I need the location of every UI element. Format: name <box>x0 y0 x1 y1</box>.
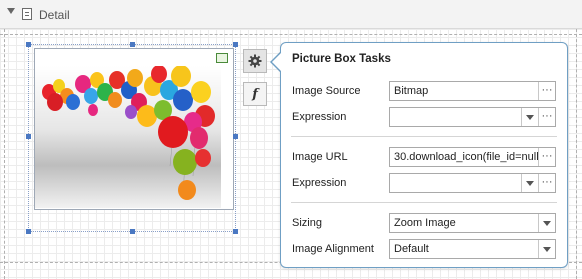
resize-handle-nw[interactable] <box>26 42 31 47</box>
chevron-down-icon <box>526 114 534 120</box>
gear-icon <box>248 54 262 68</box>
expression-dropdown-2[interactable] <box>521 174 538 192</box>
image-url-browse-button[interactable]: ··· <box>538 148 555 166</box>
resize-handle-s[interactable] <box>130 229 135 234</box>
chevron-down-icon <box>526 180 534 186</box>
image-url-value[interactable]: 30.download_icon(file_id=null) <box>390 148 538 166</box>
image-url-label: Image URL <box>292 151 348 163</box>
expression-editor-button-1[interactable]: ··· <box>538 108 555 126</box>
image-type-icon <box>216 53 228 63</box>
band-title: Detail <box>39 8 70 22</box>
expression-field-2[interactable]: ··· <box>389 173 556 193</box>
resize-handle-ne[interactable] <box>233 42 238 47</box>
resize-handle-sw[interactable] <box>26 229 31 234</box>
expression-field-1[interactable]: ··· <box>389 107 556 127</box>
sizing-select[interactable]: Zoom Image <box>389 213 556 233</box>
chevron-down-icon <box>543 220 551 226</box>
collapse-arrow-icon[interactable] <box>7 8 15 14</box>
band-icon <box>22 8 32 20</box>
expression-label-1: Expression <box>292 111 347 123</box>
resize-handle-w[interactable] <box>26 134 31 139</box>
sizing-dropdown[interactable] <box>538 214 555 232</box>
expression-value-2[interactable] <box>390 174 521 192</box>
expression-editor-button-2[interactable]: ··· <box>538 174 555 192</box>
margin-guide-right <box>576 29 577 279</box>
separator <box>291 202 557 203</box>
sizing-value[interactable]: Zoom Image <box>390 214 538 232</box>
sizing-label: Sizing <box>292 217 322 229</box>
resize-handle-n[interactable] <box>130 42 135 47</box>
chevron-down-icon <box>543 246 551 252</box>
image-source-value[interactable]: Bitmap <box>390 82 538 100</box>
picture-box-tasks-panel: Picture Box Tasks Image Source Bitmap ··… <box>280 42 568 268</box>
image-source-browse-button[interactable]: ··· <box>538 82 555 100</box>
image-alignment-label: Image Alignment <box>292 243 374 255</box>
expression-label-2: Expression <box>292 177 347 189</box>
margin-guide-top <box>0 34 582 35</box>
image-url-field[interactable]: 30.download_icon(file_id=null) ··· <box>389 147 556 167</box>
image-alignment-dropdown[interactable] <box>538 240 555 258</box>
balloons-image <box>35 66 221 208</box>
expression-button[interactable]: f <box>243 82 267 106</box>
detail-band-header[interactable]: Detail <box>0 0 582 29</box>
resize-handle-e[interactable] <box>233 134 238 139</box>
resize-handle-se[interactable] <box>233 229 238 234</box>
separator <box>291 136 557 137</box>
image-alignment-value[interactable]: Default <box>390 240 538 258</box>
expression-dropdown-1[interactable] <box>521 108 538 126</box>
smart-tag-button[interactable] <box>243 49 267 73</box>
margin-guide-left <box>4 29 5 279</box>
image-alignment-select[interactable]: Default <box>389 239 556 259</box>
image-source-label: Image Source <box>292 85 361 97</box>
function-icon: f <box>252 86 258 102</box>
image-source-field[interactable]: Bitmap ··· <box>389 81 556 101</box>
panel-pointer-fill <box>272 53 281 71</box>
panel-title: Picture Box Tasks <box>292 53 391 65</box>
expression-value-1[interactable] <box>390 108 521 126</box>
